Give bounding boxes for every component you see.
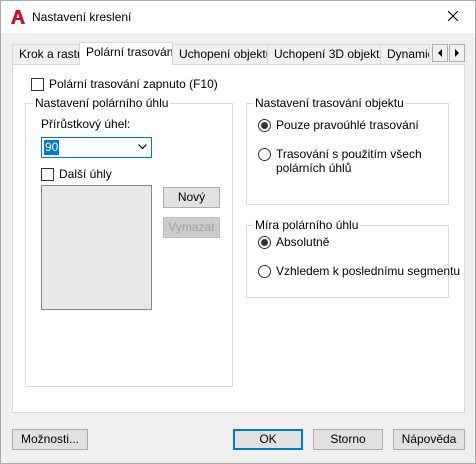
tab-object-snap[interactable]: Uchopení objektu [172,44,268,64]
tab-dynamic-input[interactable]: Dynamick [380,44,430,64]
tab-label: Uchopení 3D objektů [274,47,381,61]
additional-angles-list[interactable] [41,185,152,310]
polar-tracking-panel: Polární trasování zapnuto (F10) Nastaven… [12,64,465,413]
options-button[interactable]: Možnosti... [12,429,88,450]
close-icon [448,11,458,21]
tab-snap-grid[interactable]: Krok a rastr [12,44,80,64]
title-bar: Nastavení kreslení [1,1,475,33]
increment-angle-label: Přírůstkový úhel: [41,117,131,131]
tab-strip: Krok a rastr Polární trasování Uchopení … [12,42,466,65]
polar-tracking-on-label: Polární trasování zapnuto (F10) [49,77,218,91]
additional-angles-checkbox[interactable] [41,168,54,181]
polar-angle-measurement-title: Míra polárního úhlu [253,218,361,232]
all-polar-angles-label-line2: polárních úhlů [276,161,352,175]
absolute-radio[interactable] [258,236,271,249]
delete-angle-button[interactable]: Vymazat [163,217,220,238]
orthogonal-only-label: Pouze pravoúhlé trasování [276,118,419,132]
drafting-settings-dialog: Nastavení kreslení Krok a rastr Polární … [0,0,476,464]
new-angle-button[interactable]: Nový [163,187,220,208]
relative-to-last-segment-label: Vzhledem k poslednímu segmentu [276,264,461,278]
tab-label: Polární trasování [86,45,173,59]
tab-polar-tracking[interactable]: Polární trasování [79,42,173,65]
window-title: Nastavení kreslení [32,10,132,24]
relative-to-last-segment-radio[interactable] [258,265,271,278]
ok-button[interactable]: OK [233,429,303,450]
orthogonal-only-radio[interactable] [258,119,271,132]
tab-label: Krok a rastr [19,47,80,61]
object-snap-tracking-title: Nastavení trasování objektu [253,96,406,110]
triangle-left-icon [438,49,442,57]
tab-label: Dynamick [387,47,429,61]
help-button[interactable]: Nápověda [393,429,465,450]
close-button[interactable] [431,1,475,31]
tab-scroll-left-button[interactable] [432,44,448,62]
all-polar-angles-radio[interactable] [258,148,271,161]
increment-angle-combo[interactable]: 90 [41,137,152,158]
tab-label: Uchopení objektu [179,47,268,61]
autocad-a-icon [11,10,25,24]
tab-scroll-right-button[interactable] [449,44,465,62]
cancel-button[interactable]: Storno [313,429,383,450]
all-polar-angles-label: Trasování s použitím všech [276,147,422,161]
increment-angle-value: 90 [44,140,60,155]
tab-3d-object-snap[interactable]: Uchopení 3D objektů [267,44,381,64]
chevron-down-icon [138,144,147,150]
additional-angles-label: Další úhly [59,167,112,181]
triangle-right-icon [455,49,459,57]
absolute-label: Absolutně [276,235,330,249]
polar-angle-settings-title: Nastavení polárního úhlu [33,96,171,110]
polar-tracking-on-checkbox[interactable] [31,78,44,91]
